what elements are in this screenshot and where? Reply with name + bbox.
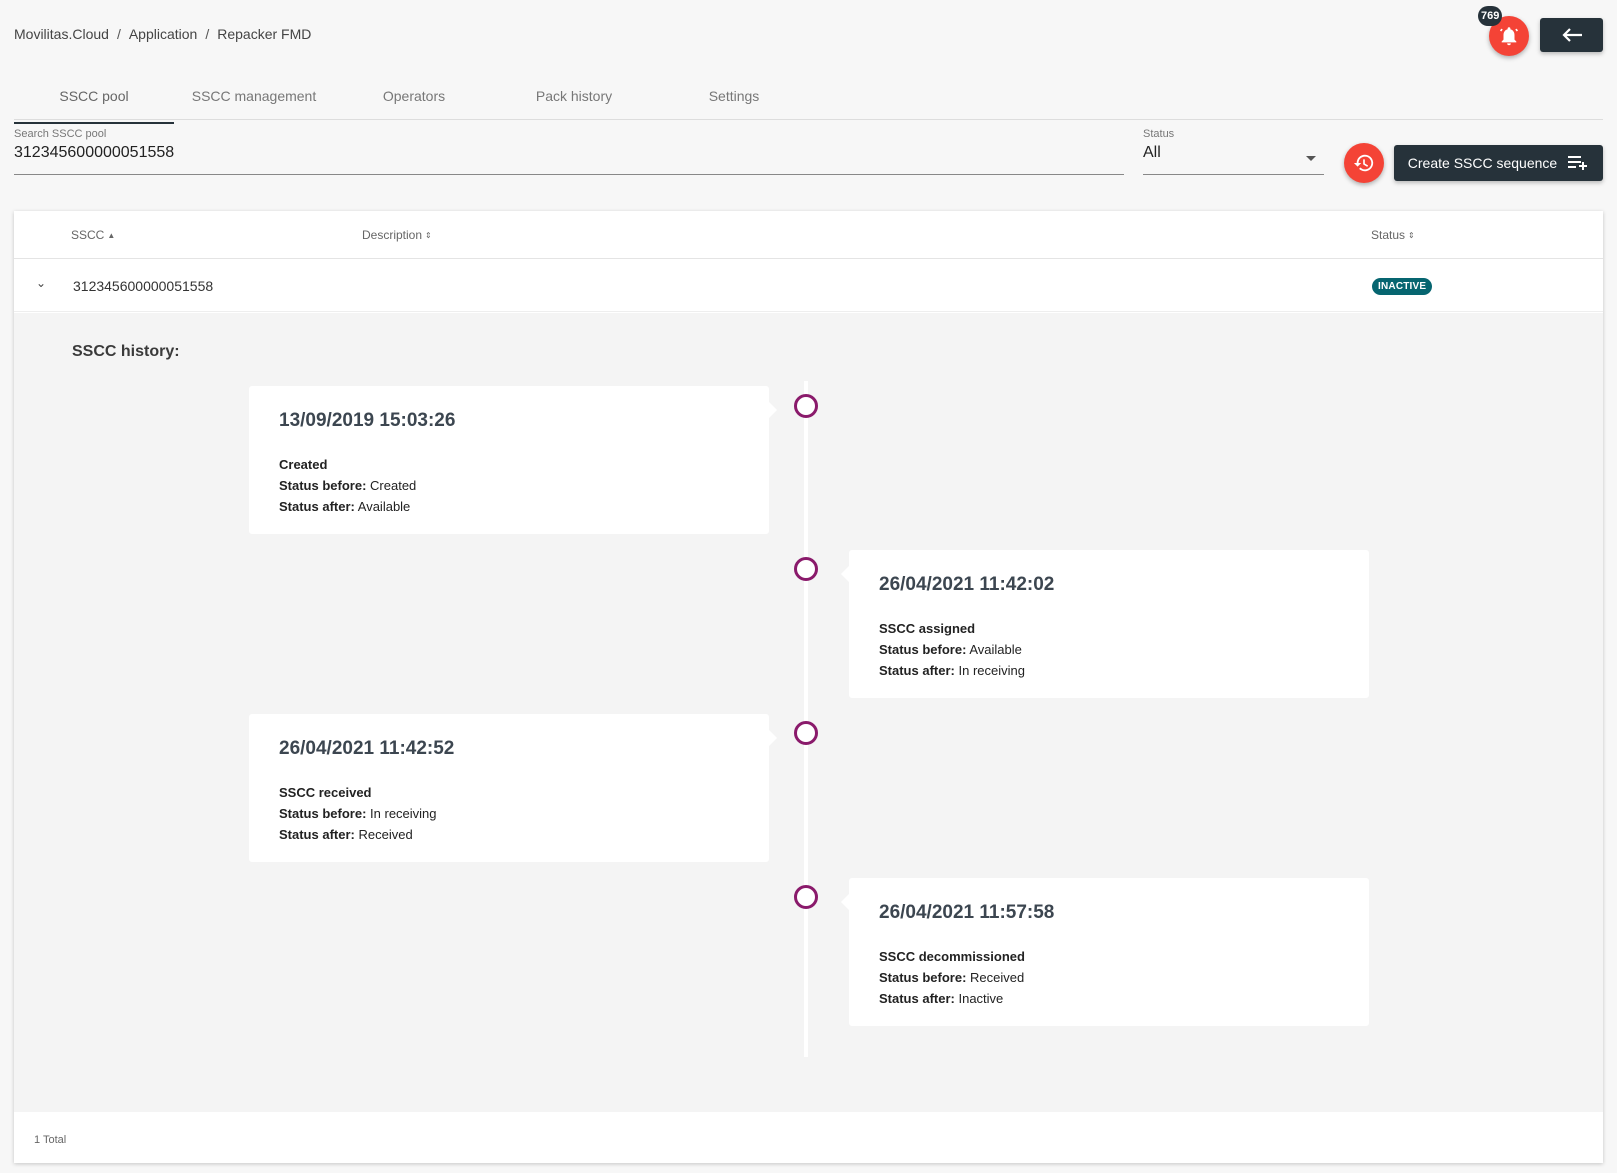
history-event-card: 26/04/2021 11:57:58 SSCC decommissioned … xyxy=(841,878,1369,1026)
sscc-history-title: SSCC history: xyxy=(72,343,180,360)
sscc-cell: 312345600000051558 xyxy=(73,278,214,294)
history-event-card: 26/04/2021 11:42:02 SSCC assigned Status… xyxy=(841,550,1369,698)
breadcrumb: Movilitas.Cloud / Application / Repacker… xyxy=(14,26,311,42)
notification-count-badge: 769 xyxy=(1478,6,1503,26)
status-before-value: Received xyxy=(970,970,1025,985)
search-input[interactable] xyxy=(14,144,1124,162)
column-header-sscc[interactable]: SSCC ▲ xyxy=(71,228,115,242)
status-before-label: Status before: xyxy=(879,970,967,985)
tab-pack-history[interactable]: Pack history xyxy=(494,78,654,119)
status-before-label: Status before: xyxy=(279,806,367,821)
tab-sscc-pool[interactable]: SSCC pool xyxy=(14,78,174,124)
table-row[interactable]: ⌄ 312345600000051558 INACTIVE xyxy=(14,260,1603,312)
status-select-value[interactable]: All xyxy=(1143,144,1324,162)
reset-history-button[interactable] xyxy=(1344,143,1384,183)
event-date: 26/04/2021 11:42:52 xyxy=(279,738,455,759)
status-before-value: In receiving xyxy=(370,806,437,821)
breadcrumb-separator: / xyxy=(205,26,210,42)
back-button[interactable] xyxy=(1540,18,1603,52)
breadcrumb-item-application[interactable]: Application xyxy=(129,26,198,42)
sort-icon: ⇕ xyxy=(425,230,432,240)
status-after-label: Status after: xyxy=(279,499,355,514)
event-title: SSCC decommissioned xyxy=(879,949,1025,964)
breadcrumb-separator: / xyxy=(116,26,121,42)
chevron-down-icon[interactable]: ⌄ xyxy=(36,276,46,290)
status-before-label: Status before: xyxy=(279,478,367,493)
event-title: SSCC assigned xyxy=(879,621,976,636)
event-date: 13/09/2019 15:03:26 xyxy=(279,410,456,431)
arrow-left-icon xyxy=(1561,28,1582,42)
event-title: SSCC received xyxy=(279,785,372,800)
tab-operators[interactable]: Operators xyxy=(334,78,494,119)
timeline-dot xyxy=(794,885,818,909)
status-before-value: Available xyxy=(969,642,1022,657)
search-label: Search SSCC pool xyxy=(14,128,107,140)
status-label: Status xyxy=(1143,128,1175,140)
status-select[interactable]: Status All xyxy=(1143,128,1324,175)
status-before-label: Status before: xyxy=(879,642,967,657)
playlist-add-icon xyxy=(1568,156,1588,170)
timeline-dot xyxy=(794,721,818,745)
status-after-value: Inactive xyxy=(958,991,1004,1006)
column-header-description[interactable]: Description ⇕ xyxy=(362,228,432,242)
status-after-label: Status after: xyxy=(879,991,955,1006)
event-date: 26/04/2021 11:57:58 xyxy=(879,902,1055,923)
sscc-table: SSCC ▲ Description ⇕ Status ⇕ ⌄ 31234560… xyxy=(14,211,1603,1163)
tab-settings[interactable]: Settings xyxy=(654,78,814,119)
status-badge: INACTIVE xyxy=(1372,278,1433,295)
status-after-label: Status after: xyxy=(879,663,955,678)
history-event-card: 26/04/2021 11:42:52 SSCC received Status… xyxy=(249,714,777,862)
sscc-history-panel: SSCC history: 13/09/2019 15:03:26 Create… xyxy=(14,313,1603,1112)
history-event-card: 13/09/2019 15:03:26 Created Status befor… xyxy=(249,386,777,534)
event-title: Created xyxy=(279,457,328,472)
timeline-dot xyxy=(794,557,818,581)
breadcrumb-item-current: Repacker FMD xyxy=(217,26,312,42)
timeline-dot xyxy=(794,394,818,418)
table-header: SSCC ▲ Description ⇕ Status ⇕ xyxy=(14,211,1603,259)
sort-icon: ⇕ xyxy=(1408,230,1415,240)
timeline-line xyxy=(804,381,808,1057)
tab-bar: SSCC pool SSCC management Operators Pack… xyxy=(14,78,1603,124)
status-after-value: Available xyxy=(357,499,411,514)
status-after-value: Received xyxy=(358,827,413,842)
sort-asc-icon: ▲ xyxy=(107,230,116,240)
tab-sscc-management[interactable]: SSCC management xyxy=(174,78,334,119)
breadcrumb-item-root[interactable]: Movilitas.Cloud xyxy=(14,26,109,42)
dropdown-caret-icon[interactable] xyxy=(1306,156,1316,161)
column-header-status[interactable]: Status ⇕ xyxy=(1371,228,1415,242)
bell-icon xyxy=(1499,27,1519,46)
status-after-value: In receiving xyxy=(958,663,1025,678)
create-sscc-sequence-label: Create SSCC sequence xyxy=(1407,155,1558,171)
create-sscc-sequence-button[interactable]: Create SSCC sequence xyxy=(1394,145,1603,181)
search-field: Search SSCC pool xyxy=(14,128,1124,175)
event-date: 26/04/2021 11:42:02 xyxy=(879,574,1055,595)
table-footer: 1 Total xyxy=(14,1112,1603,1163)
status-after-label: Status after: xyxy=(279,827,355,842)
status-before-value: Created xyxy=(370,478,417,493)
top-bar: Movilitas.Cloud / Application / Repacker… xyxy=(0,0,1617,70)
total-count: 1 Total xyxy=(34,1134,67,1146)
history-icon xyxy=(1353,154,1374,172)
